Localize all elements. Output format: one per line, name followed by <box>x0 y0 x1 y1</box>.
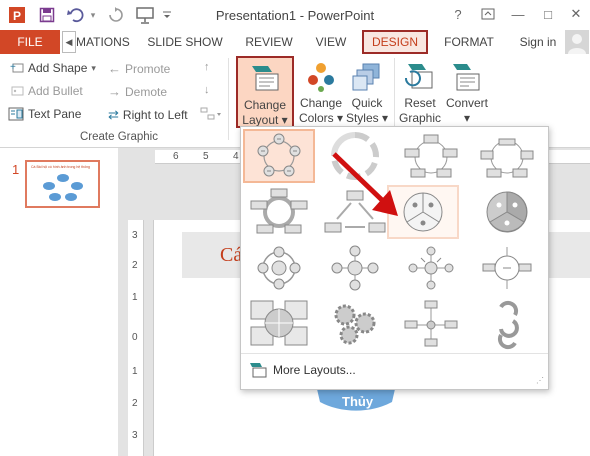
more-layouts-icon <box>250 363 267 378</box>
quick-styles-label: Quick Styles ▾ <box>345 96 389 125</box>
pointer-arrow <box>332 152 398 216</box>
add-shape-icon: + <box>10 62 24 73</box>
change-layout-icon <box>252 66 279 91</box>
layout-gear[interactable] <box>319 297 391 351</box>
nondirectional-cycle-icon <box>480 138 534 178</box>
minimize-button[interactable]: — <box>508 4 528 24</box>
right-to-left-button[interactable]: ⇄ Right to Left <box>108 107 188 123</box>
more-layouts-label: More Layouts... <box>273 363 356 377</box>
diverging-radial-icon <box>408 246 454 290</box>
add-shape-label: Add Shape <box>28 61 88 75</box>
layout-radial-cycle[interactable] <box>243 243 315 297</box>
thumbnail-diagram <box>43 174 83 201</box>
vertical-ruler: 3 2 1 0 1 2 3 <box>128 220 144 456</box>
convert-label: Convert ▾ <box>445 96 489 125</box>
tab-slide-show[interactable]: SLIDE SHOW <box>146 30 224 54</box>
ribbon-separator <box>228 58 229 140</box>
pie-cycle-icon <box>486 191 528 233</box>
tab-scroll-left-icon[interactable]: ◀ <box>62 31 76 53</box>
layout-circle-arrow[interactable] <box>471 297 543 351</box>
circle-arrow-icon <box>497 300 519 350</box>
add-shape-button[interactable]: + Add Shape ▾ <box>8 61 96 75</box>
change-colors-button[interactable]: Change Colors ▾ <box>298 56 344 128</box>
tab-animations[interactable]: MATIONS <box>76 30 130 54</box>
more-layouts-row[interactable]: More Layouts... ⋰ <box>241 353 548 387</box>
title-bar: P ▾ Presentation1 - PowerPoint ? — □ ✕ <box>0 0 590 30</box>
slide-thumbnail-pane: 1 Cá Bài hội có hình ảnh trong hệ thống <box>0 148 118 456</box>
quick-styles-icon <box>352 63 380 91</box>
radial-cycle-icon <box>257 246 301 290</box>
radial-venn-icon <box>482 247 532 289</box>
tab-design[interactable]: DESIGN <box>362 30 428 54</box>
layout-pie-cycle[interactable] <box>471 187 543 241</box>
layout-nondirectional-cycle[interactable] <box>471 131 543 185</box>
sign-in-link[interactable]: Sign in <box>516 30 560 54</box>
reset-graphic-label: Reset Graphic <box>398 96 442 125</box>
layout-continuous-cycle[interactable] <box>243 187 315 241</box>
demote-button[interactable]: → Demote <box>108 84 167 99</box>
promote-arrow-icon: ← <box>108 61 121 76</box>
text-pane-label: Text Pane <box>28 107 82 121</box>
cycle-matrix-icon <box>250 300 308 346</box>
text-pane-icon <box>8 107 24 121</box>
maximize-button[interactable]: □ <box>538 4 558 24</box>
create-graphic-group-label: Create Graphic <box>80 131 158 143</box>
close-button[interactable]: ✕ <box>566 4 586 24</box>
right-to-left-icon: ⇄ <box>108 107 119 122</box>
reset-graphic-icon <box>404 64 433 89</box>
convert-button[interactable]: Convert ▾ <box>442 56 492 128</box>
add-bullet-icon <box>11 86 24 96</box>
move-up-icon[interactable]: ↑ <box>204 61 210 73</box>
resize-grip-icon[interactable]: ⋰ <box>536 376 544 385</box>
layout-cycle-matrix[interactable] <box>243 297 315 351</box>
promote-button[interactable]: ← Promote <box>108 61 170 76</box>
convert-icon <box>453 64 480 91</box>
demote-arrow-icon: → <box>108 84 121 99</box>
text-pane-button[interactable]: Text Pane <box>8 107 81 121</box>
gear-icon <box>334 304 376 345</box>
basic-radial-icon <box>331 245 379 291</box>
right-to-left-label: Right to Left <box>122 108 188 122</box>
slide-number: 1 <box>12 162 20 177</box>
add-shape-dropdown-icon: ▾ <box>91 62 96 73</box>
quick-styles-button[interactable]: Quick Styles ▾ <box>344 56 390 128</box>
svg-text:+: + <box>10 62 16 73</box>
continuous-cycle-icon <box>250 188 308 234</box>
layout-basic-radial[interactable] <box>319 243 391 297</box>
tab-review[interactable]: REVIEW <box>240 30 298 54</box>
window-title: Presentation1 - PowerPoint <box>215 8 375 23</box>
promote-label: Promote <box>125 61 171 76</box>
basic-cycle-icon <box>257 133 301 177</box>
thumbnail-title: Cá Bài hội có hình ảnh trong hệ thống <box>31 165 90 169</box>
tab-file[interactable]: FILE <box>0 30 60 54</box>
move-down-icon[interactable]: ↓ <box>204 84 210 96</box>
ribbon-display-options-icon[interactable] <box>478 4 498 24</box>
add-bullet-label: Add Bullet <box>28 84 83 98</box>
ribbon-tabs: FILE ◀ MATIONS SLIDE SHOW REVIEW VIEW DE… <box>0 30 590 54</box>
demote-label: Demote <box>125 84 168 99</box>
change-layout-label: Change Layout ▾ <box>242 98 288 127</box>
layout-radial-list[interactable] <box>395 297 467 351</box>
change-colors-icon <box>308 63 334 92</box>
change-colors-label: Change Colors ▾ <box>298 96 344 125</box>
radial-list-icon <box>404 300 458 347</box>
change-layout-button[interactable]: Change Layout ▾ <box>236 56 294 128</box>
layout-basic-cycle[interactable] <box>243 129 315 183</box>
layout-diverging-radial[interactable] <box>395 243 467 297</box>
add-bullet-button[interactable]: Add Bullet <box>8 84 83 98</box>
layout-radial-venn[interactable] <box>471 243 543 297</box>
help-icon[interactable]: ? <box>448 4 468 24</box>
tab-format[interactable]: FORMAT <box>436 30 502 54</box>
user-avatar[interactable] <box>565 30 589 54</box>
diagram-label-thuy: Thủy <box>342 394 374 409</box>
layout-dropdown-icon[interactable] <box>200 107 222 121</box>
tab-view[interactable]: VIEW <box>308 30 354 54</box>
reset-graphic-button[interactable]: Reset Graphic <box>396 56 444 128</box>
slide-thumbnail[interactable]: Cá Bài hội có hình ảnh trong hệ thống <box>25 160 100 208</box>
